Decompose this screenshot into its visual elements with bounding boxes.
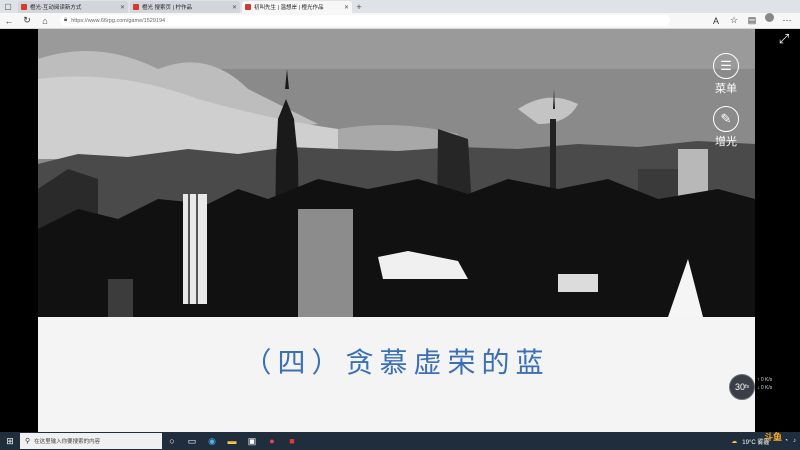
fullscreen-icon[interactable]: ⤢	[776, 31, 792, 47]
search-placeholder: 在这里输入你要搜索的内容	[34, 439, 101, 445]
back-icon[interactable]: ←	[0, 13, 18, 29]
light-label: 增光	[715, 135, 737, 148]
lock-icon: 🔒︎	[64, 17, 68, 23]
favorite-star-icon[interactable]: ☆	[725, 13, 743, 29]
windows-taskbar: ⊞ ⚲ 在这里输入你要搜索的内容 ○ ▭ ◉ ▬ ▣ ● ■ ☁ 19°C 雾霾…	[0, 432, 800, 450]
cortana-icon[interactable]: ○	[162, 432, 182, 450]
browser-tab-bar: ▢ 橙光-互动阅读新方式 ✕ 橙光 搜索页 | 柠作品 ✕ 初叫先生 | 温想岸…	[0, 0, 800, 13]
close-tab-icon[interactable]: ✕	[344, 4, 349, 11]
fps-unit: fs	[745, 384, 749, 390]
menu-label: 菜单	[715, 82, 737, 95]
chapter-caption: （四）贪慕虚荣的蓝	[38, 317, 755, 432]
palette-icon: ✎	[713, 106, 739, 132]
tab-label: 橙光 搜索页 | 柠作品	[142, 5, 193, 11]
chapter-title: （四）贪慕虚荣的蓝	[243, 345, 550, 379]
store-icon[interactable]: ▣	[242, 432, 262, 450]
address-text: https://www.66rpg.com/game/1529194	[71, 17, 166, 24]
home-icon[interactable]: ⌂	[36, 13, 54, 29]
file-explorer-icon[interactable]: ▬	[222, 432, 242, 450]
download-speed: ↓ 0 K/s	[757, 385, 773, 391]
task-view-icon[interactable]: ▭	[182, 432, 202, 450]
game-stage[interactable]: （四）贪慕虚荣的蓝	[38, 29, 755, 432]
tab-2[interactable]: 橙光 搜索页 | 柠作品 ✕	[130, 1, 240, 13]
search-icon: ⚲	[25, 438, 31, 445]
start-windows-icon[interactable]: ⊞	[0, 432, 20, 450]
chrome-icon[interactable]: ●	[262, 432, 282, 450]
refresh-icon[interactable]: ↻	[18, 13, 36, 29]
profile-avatar[interactable]	[765, 12, 774, 22]
tab-1[interactable]: 橙光-互动阅读新方式 ✕	[18, 1, 128, 13]
douyu-watermark-logo: 斗鱼	[750, 425, 796, 447]
close-tab-icon[interactable]: ✕	[232, 4, 237, 11]
tab-actions-icon[interactable]: ▢	[0, 0, 16, 13]
site-favicon-icon	[133, 4, 139, 10]
game-app-icon[interactable]: ■	[282, 432, 302, 450]
fps-badge[interactable]: 30 fs	[729, 374, 755, 400]
browser-toolbar: ← ↻ ⌂ 🔒︎ https://www.66rpg.com/game/1529…	[0, 12, 800, 29]
new-tab-button[interactable]: +	[352, 1, 366, 13]
site-favicon-icon	[21, 4, 27, 10]
light-button[interactable]: ✎ 增光	[706, 106, 746, 149]
logo-text: 斗鱼	[763, 432, 782, 443]
tab-3[interactable]: 初叫先生 | 温想岸 | 橙光作品 ✕	[242, 1, 352, 13]
menu-button[interactable]: ☰ 菜单	[706, 53, 746, 96]
tab-label: 初叫先生 | 温想岸 | 橙光作品	[254, 5, 324, 11]
edge-browser-icon[interactable]: ◉	[202, 432, 222, 450]
upload-speed: ↑ 0 K/s	[757, 377, 773, 383]
more-menu-icon[interactable]: ⋯	[778, 13, 796, 29]
network-speed: ↑ 0 K/s ↓ 0 K/s	[757, 376, 772, 392]
read-aloud-icon[interactable]: A	[707, 13, 725, 29]
fps-value: 30	[735, 382, 746, 392]
close-tab-icon[interactable]: ✕	[120, 4, 125, 11]
list-icon: ☰	[713, 53, 739, 79]
city-skyline-image	[38, 29, 755, 317]
weather-icon: ☁	[731, 438, 738, 445]
game-viewport: （四）贪慕虚荣的蓝 ☰ 菜单 ✎ 增光 ⤢ 30 fs ↑ 0 K/s ↓ 0 K…	[0, 29, 800, 432]
tab-label: 橙光-互动阅读新方式	[30, 5, 82, 11]
address-bar[interactable]: 🔒︎ https://www.66rpg.com/game/1529194	[60, 15, 670, 26]
taskbar-search-box[interactable]: ⚲ 在这里输入你要搜索的内容	[20, 433, 162, 449]
site-favicon-icon	[245, 4, 251, 10]
collections-icon[interactable]: ▤	[743, 13, 761, 29]
